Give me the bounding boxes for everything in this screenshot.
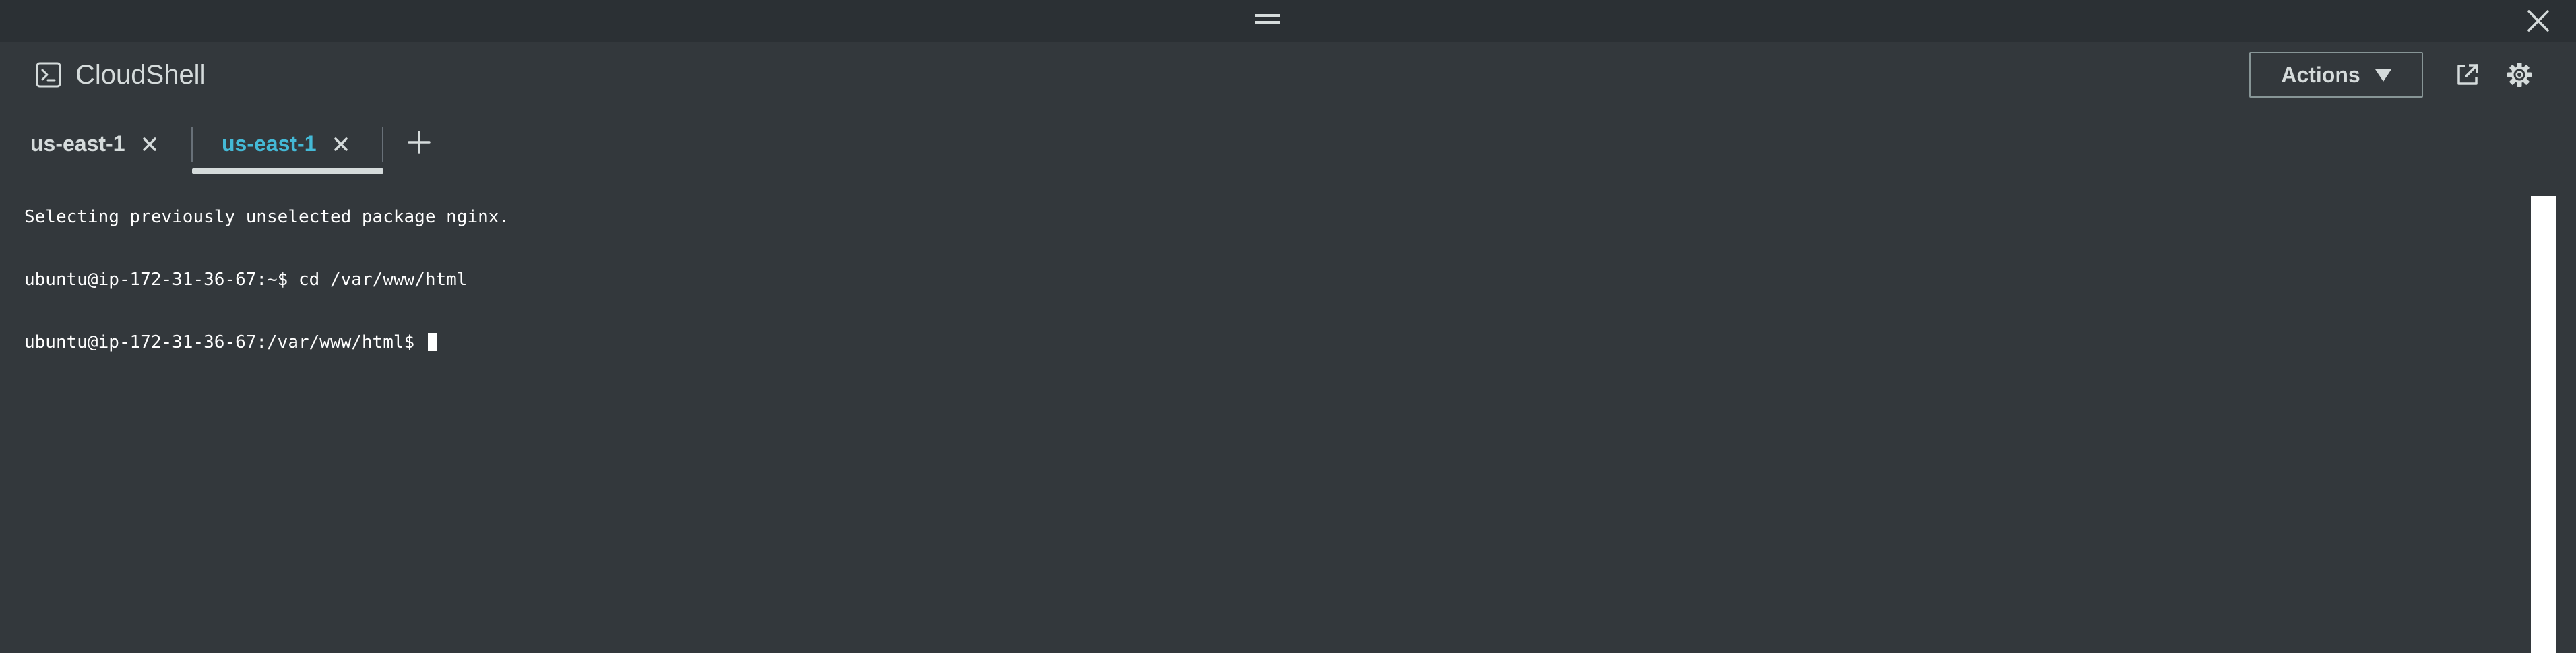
terminal-prompt: ubuntu@ip-172-31-36-67:/var/www/html$ bbox=[24, 332, 425, 352]
caret-down-icon bbox=[2375, 69, 2391, 82]
close-tab-button[interactable] bbox=[329, 133, 352, 156]
open-in-new-window-button[interactable] bbox=[2451, 58, 2484, 92]
terminal-output[interactable]: Selecting previously unselected package … bbox=[0, 178, 2576, 653]
session-tab-active[interactable]: us-east-1 bbox=[192, 111, 383, 177]
session-tab[interactable]: us-east-1 bbox=[0, 111, 191, 177]
terminal-line: Selecting previously unselected package … bbox=[24, 207, 510, 227]
session-tab-label: us-east-1 bbox=[30, 131, 125, 156]
close-icon bbox=[143, 137, 156, 151]
tab-divider bbox=[382, 127, 383, 162]
close-icon bbox=[2527, 10, 2549, 32]
terminal-icon bbox=[36, 62, 61, 88]
close-tab-button[interactable] bbox=[138, 133, 161, 156]
cloudshell-panel: CloudShell Actions us-east-1 us-east-1 S… bbox=[0, 0, 2576, 653]
active-tab-indicator bbox=[192, 168, 383, 174]
terminal-line: ubuntu@ip-172-31-36-67:~$ cd /var/www/ht… bbox=[24, 270, 468, 290]
header: CloudShell Actions bbox=[0, 42, 2576, 111]
external-link-icon bbox=[2457, 64, 2478, 85]
plus-icon bbox=[408, 131, 431, 154]
settings-button[interactable] bbox=[2503, 58, 2536, 92]
gear-icon bbox=[2507, 63, 2532, 87]
terminal-scrollbar[interactable] bbox=[2531, 196, 2556, 653]
actions-button[interactable]: Actions bbox=[2249, 52, 2423, 98]
terminal-cursor bbox=[427, 333, 437, 351]
actions-label: Actions bbox=[2281, 62, 2360, 87]
session-tabs: us-east-1 us-east-1 bbox=[0, 111, 2576, 288]
drag-handle-icon[interactable] bbox=[1255, 13, 1280, 25]
close-icon bbox=[334, 137, 348, 151]
terminal-prompt-line: ubuntu@ip-172-31-36-67:/var/www/html$ bbox=[24, 332, 509, 353]
app-title: CloudShell bbox=[75, 60, 206, 90]
close-panel-button[interactable] bbox=[2524, 7, 2552, 35]
session-tab-label: us-east-1 bbox=[222, 131, 317, 156]
panel-drag-bar[interactable] bbox=[0, 0, 2576, 42]
new-tab-button[interactable] bbox=[402, 125, 436, 159]
terminal-lines: Selecting previously unselected package … bbox=[24, 178, 509, 395]
